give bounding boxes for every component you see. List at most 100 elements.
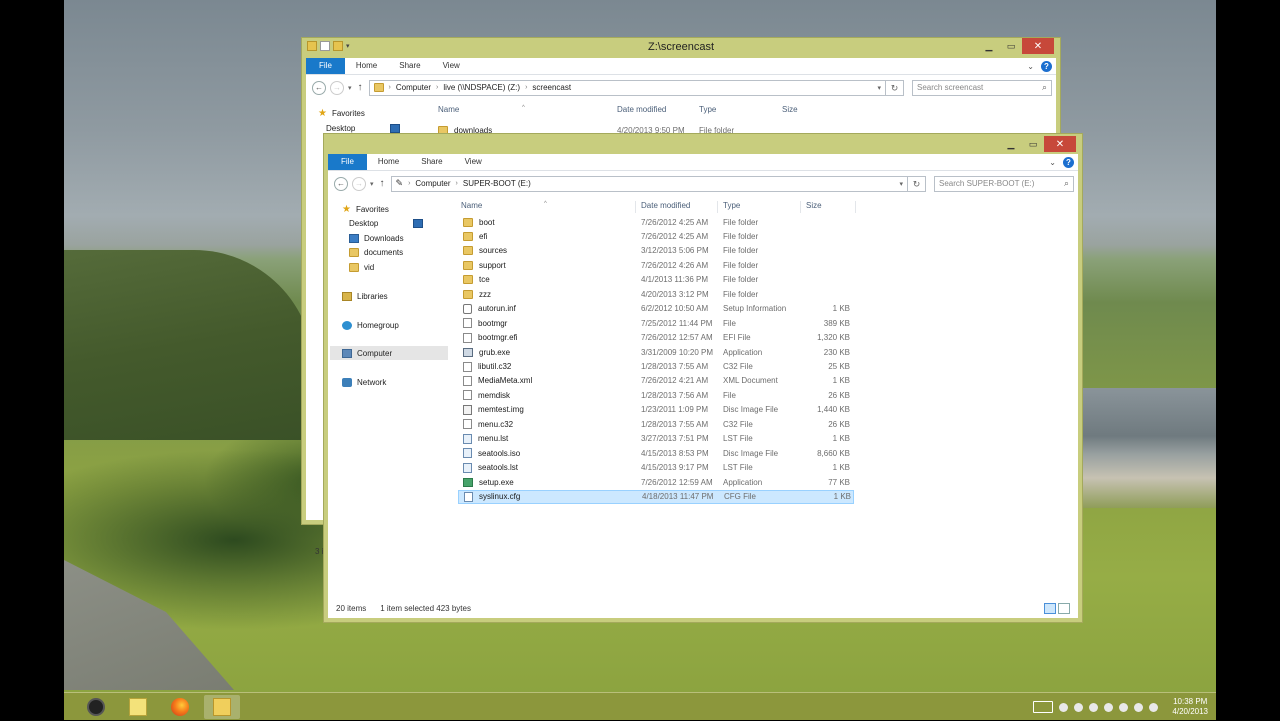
- column-type[interactable]: Type: [723, 201, 740, 210]
- nav-downloads[interactable]: Downloads: [349, 234, 404, 243]
- firefox-icon: [171, 698, 189, 716]
- nav-documents[interactable]: documents: [349, 248, 403, 257]
- table-row[interactable]: memdisk 1/28/2013 7:56 AM File 26 KB: [458, 388, 854, 402]
- table-row[interactable]: efi 7/26/2012 4:25 AM File folder: [458, 229, 854, 243]
- touch-keyboard-icon[interactable]: [1033, 701, 1054, 713]
- taskbar-file-explorer[interactable]: [204, 695, 240, 719]
- table-row[interactable]: memtest.img 1/23/2011 1:09 PM Disc Image F…: [458, 403, 854, 417]
- minimize-button[interactable]: ▁: [978, 38, 1000, 54]
- column-date-modified[interactable]: Date modified: [617, 105, 666, 114]
- nav-favorites[interactable]: ★ Favorites: [318, 109, 365, 119]
- table-row[interactable]: setup.exe 7/26/2012 12:59 AM Application 77…: [458, 475, 854, 489]
- breadcrumb-computer[interactable]: Computer: [396, 83, 431, 92]
- tab-view[interactable]: View: [454, 154, 493, 170]
- action-center-icon[interactable]: [1104, 702, 1114, 712]
- expand-ribbon-icon[interactable]: ⌄: [1027, 62, 1034, 71]
- table-row[interactable]: grub.exe 3/31/2009 10:20 PM Application 230…: [458, 345, 854, 359]
- table-row[interactable]: sources 3/12/2013 5:06 PM File folder: [458, 244, 854, 258]
- forward-button[interactable]: →: [330, 80, 344, 95]
- breadcrumb-drive[interactable]: live (\\NDSPACE) (Z:): [443, 83, 520, 92]
- front-explorer-window[interactable]: ▁ ▭ ✕ File Home Share View ⌄ ? ← → ▾ ↑ ✎…: [323, 133, 1083, 623]
- network-status-icon[interactable]: [1119, 702, 1129, 712]
- address-bar[interactable]: › Computer › live (\\NDSPACE) (Z:) › scr…: [368, 79, 886, 96]
- help-icon[interactable]: ?: [1041, 60, 1052, 72]
- column-date-modified[interactable]: Date modified: [641, 201, 690, 210]
- table-row[interactable]: seatools.lst 4/15/2013 9:17 PM LST File 1 K…: [458, 461, 854, 475]
- desktop-icon: [413, 219, 423, 228]
- column-size[interactable]: Size: [806, 201, 822, 210]
- bluetooth-icon[interactable]: [1089, 702, 1099, 712]
- table-row[interactable]: libutil.c32 1/28/2013 7:55 AM C32 File 25 K…: [458, 360, 854, 374]
- minimize-button[interactable]: ▁: [1000, 136, 1022, 152]
- search-input[interactable]: Search screencast ⌕: [912, 79, 1052, 96]
- tab-file[interactable]: File: [328, 154, 367, 170]
- table-row[interactable]: bootmgr.efi 7/26/2012 12:57 AM EFI File 1,3…: [458, 331, 854, 345]
- nav-homegroup[interactable]: Homegroup: [342, 321, 399, 330]
- column-size[interactable]: Size: [782, 105, 798, 114]
- taskbar-obs[interactable]: [78, 695, 114, 719]
- taskbar-sticky-notes[interactable]: [120, 695, 156, 719]
- nav-desktop[interactable]: Desktop: [326, 124, 400, 133]
- table-row[interactable]: boot 7/26/2012 4:25 AM File folder: [458, 215, 854, 229]
- column-name[interactable]: Name: [438, 105, 459, 114]
- power-icon[interactable]: [1134, 702, 1144, 712]
- table-row[interactable]: MediaMeta.xml 7/26/2012 4:21 AM XML Docume…: [458, 374, 854, 388]
- address-dropdown-icon[interactable]: ▾: [877, 84, 881, 92]
- table-row[interactable]: autorun.inf 6/2/2012 10:50 AM Setup Inform…: [458, 302, 854, 316]
- table-row[interactable]: zzz 4/20/2013 3:12 PM File folder: [458, 287, 854, 301]
- folder-icon: [349, 263, 359, 272]
- close-button[interactable]: ✕: [1044, 136, 1076, 152]
- address-dropdown-icon[interactable]: ▾: [899, 180, 903, 188]
- nav-desktop[interactable]: Desktop: [349, 219, 423, 228]
- large-icons-view-button[interactable]: [1058, 602, 1070, 614]
- table-row[interactable]: bootmgr 7/25/2012 11:44 PM File 389 KB: [458, 316, 854, 330]
- window-title: Z:\screencast: [647, 41, 715, 53]
- tab-share[interactable]: Share: [410, 154, 453, 170]
- tab-home[interactable]: Home: [367, 154, 410, 170]
- tab-share[interactable]: Share: [388, 58, 431, 74]
- tab-view[interactable]: View: [432, 58, 471, 74]
- refresh-button[interactable]: ↻: [886, 79, 904, 96]
- recent-locations-icon[interactable]: ▾: [348, 84, 352, 92]
- table-row[interactable]: seatools.iso 4/15/2013 8:53 PM Disc Image …: [458, 446, 854, 460]
- recent-locations-icon[interactable]: ▾: [370, 180, 374, 188]
- details-view-button[interactable]: [1044, 602, 1056, 614]
- breadcrumb-computer[interactable]: Computer: [415, 179, 450, 188]
- help-icon[interactable]: ?: [1063, 156, 1074, 168]
- forward-button[interactable]: →: [352, 176, 366, 191]
- lst-icon: [463, 462, 472, 473]
- file-name-text: menu.c32: [478, 419, 514, 429]
- back-button[interactable]: ←: [312, 80, 326, 95]
- tray-app-icon[interactable]: [1059, 702, 1069, 712]
- nav-libraries[interactable]: Libraries: [342, 292, 388, 301]
- up-button[interactable]: ↑: [378, 178, 387, 189]
- clock[interactable]: 10:38 PM 4/20/2013: [1172, 697, 1208, 717]
- table-row[interactable]: menu.c32 1/28/2013 7:55 AM C32 File 26 KB: [458, 417, 854, 431]
- maximize-button[interactable]: ▭: [1000, 38, 1022, 54]
- breadcrumb-drive[interactable]: SUPER-BOOT (E:): [463, 179, 531, 188]
- tab-home[interactable]: Home: [345, 58, 388, 74]
- volume-icon[interactable]: [1149, 702, 1159, 712]
- column-type[interactable]: Type: [699, 105, 716, 114]
- tray-app-icon[interactable]: [1074, 702, 1084, 712]
- breadcrumb-folder[interactable]: screencast: [532, 83, 571, 92]
- refresh-button[interactable]: ↻: [908, 175, 926, 192]
- search-input[interactable]: Search SUPER-BOOT (E:) ⌕: [934, 175, 1074, 192]
- table-row[interactable]: syslinux.cfg 4/18/2013 11:47 PM CFG File 1 …: [458, 489, 854, 504]
- letterbox-right: [1216, 0, 1280, 720]
- close-button[interactable]: ✕: [1022, 38, 1054, 54]
- expand-ribbon-icon[interactable]: ⌄: [1049, 158, 1056, 167]
- nav-vid[interactable]: vid: [349, 263, 374, 272]
- up-button[interactable]: ↑: [356, 82, 365, 93]
- maximize-button[interactable]: ▭: [1022, 136, 1044, 152]
- nav-network[interactable]: Network: [342, 378, 386, 387]
- table-row[interactable]: support 7/26/2012 4:26 AM File folder: [458, 258, 854, 272]
- back-button[interactable]: ←: [334, 176, 348, 191]
- nav-computer[interactable]: Computer: [330, 346, 448, 360]
- column-name[interactable]: Name: [461, 201, 482, 210]
- taskbar-firefox[interactable]: [162, 695, 198, 719]
- table-row[interactable]: menu.lst 3/27/2013 7:51 PM LST File 1 KB: [458, 432, 854, 446]
- table-row[interactable]: tce 4/1/2013 11:36 PM File folder: [458, 273, 854, 287]
- address-bar[interactable]: ✎ › Computer › SUPER-BOOT (E:) ▾: [390, 175, 908, 192]
- tab-file[interactable]: File: [306, 58, 345, 74]
